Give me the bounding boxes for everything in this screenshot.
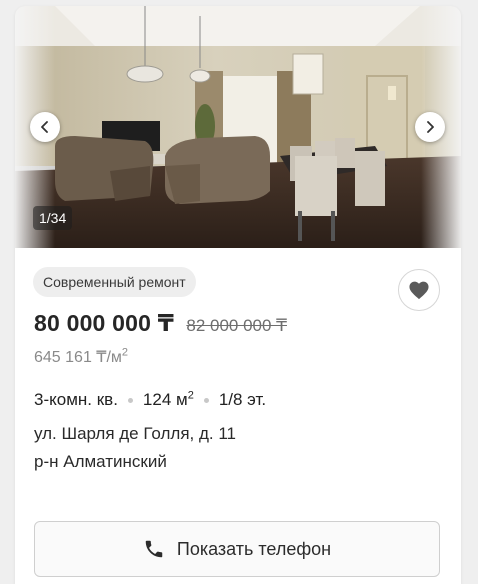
district: р-н Алматинский bbox=[34, 452, 167, 471]
chevron-left-icon bbox=[41, 121, 48, 133]
separator-dot bbox=[127, 397, 133, 403]
old-price: 82 000 000 ₸ bbox=[186, 316, 287, 335]
show-phone-label: Показать телефон bbox=[176, 538, 332, 559]
area-value: 124 м bbox=[142, 390, 188, 409]
photo-gallery[interactable]: 1/34 bbox=[15, 6, 461, 248]
area: 124 м2 bbox=[143, 390, 194, 410]
photo-counter: 1/34 bbox=[33, 206, 73, 230]
price-per-square-meter: 645 161 ₸/м2 bbox=[34, 347, 128, 367]
floor: 1/8 эт. bbox=[218, 390, 267, 409]
price-row: 80 000 000 ₸ 82 000 000 ₸ bbox=[34, 310, 287, 337]
listing-photo bbox=[15, 6, 461, 248]
show-phone-button[interactable]: Показать телефон bbox=[34, 521, 440, 577]
price-per-m-value: 645 161 ₸/м bbox=[34, 349, 122, 366]
favorite-button[interactable] bbox=[398, 269, 440, 311]
separator-dot bbox=[203, 397, 209, 403]
price: 80 000 000 ₸ bbox=[34, 310, 174, 336]
rooms: 3-комн. кв. bbox=[34, 390, 118, 409]
area-sup: 2 bbox=[187, 389, 194, 402]
address: ул. Шарля де Голля, д. 11 bbox=[34, 424, 236, 443]
heart-icon bbox=[409, 281, 429, 300]
price-per-m-sup: 2 bbox=[121, 346, 129, 359]
listing-params: 3-комн. кв. 124 м2 1/8 эт. bbox=[34, 390, 266, 410]
listing-card[interactable]: 1/34 Современный ремонт 80 000 000 ₸ 82 … bbox=[15, 6, 461, 584]
chevron-right-icon bbox=[427, 121, 434, 133]
gallery-next-button[interactable] bbox=[415, 112, 445, 142]
renovation-badge: Современный ремонт bbox=[33, 267, 196, 297]
phone-icon bbox=[145, 540, 163, 558]
gallery-prev-button[interactable] bbox=[30, 112, 60, 142]
